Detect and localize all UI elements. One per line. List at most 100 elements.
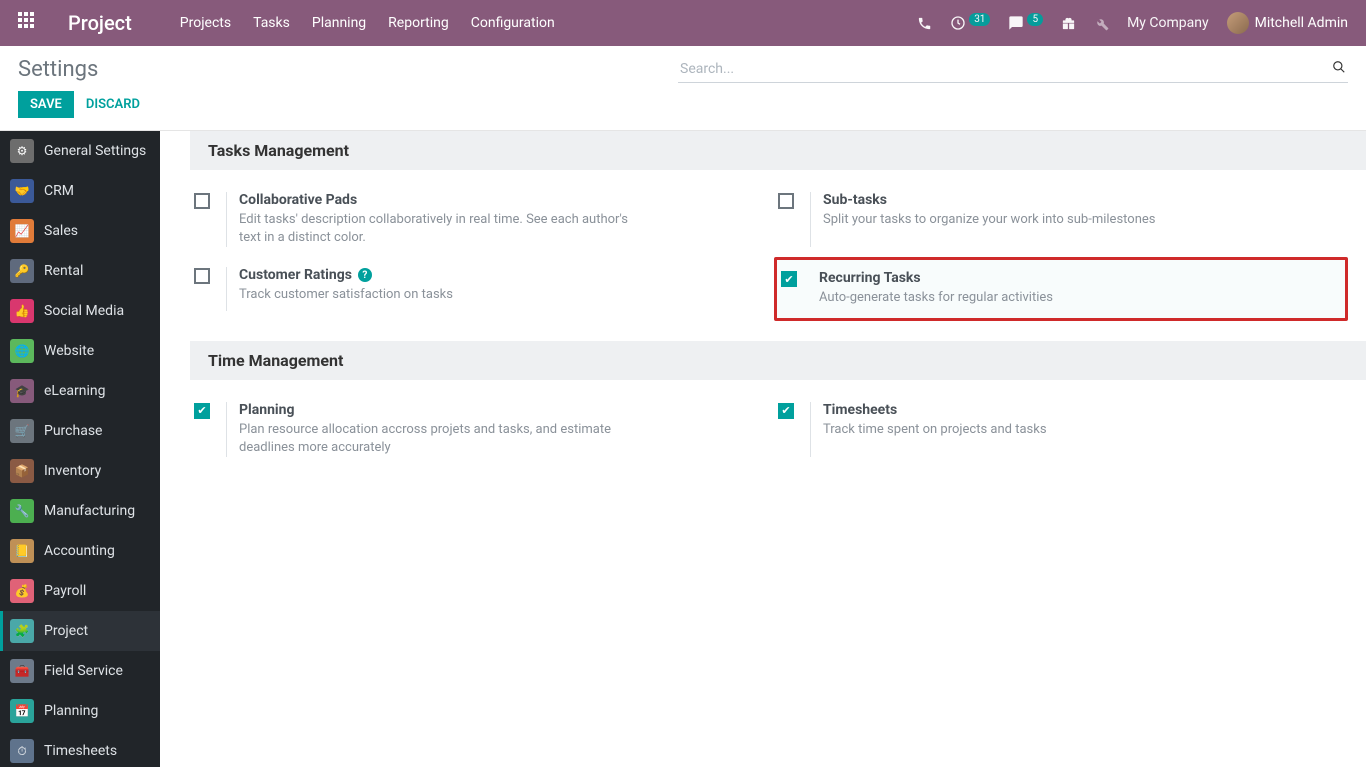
activities-badge: 31	[969, 13, 990, 26]
settings-content: Tasks Management Collaborative Pads Edit…	[160, 131, 1366, 767]
company-selector[interactable]: My Company	[1127, 15, 1209, 31]
sidebar-accounting[interactable]: 📒 Accounting	[0, 531, 160, 571]
search-input[interactable]	[678, 56, 1348, 83]
sidebar-planning[interactable]: 📅 Planning	[0, 691, 160, 731]
sidebar-manufacturing[interactable]: 🔧Manufacturing	[0, 491, 160, 531]
nav-tasks[interactable]: Tasks	[253, 15, 290, 31]
sidebar-label: Social Media	[44, 303, 124, 319]
money-icon: 💰	[10, 579, 34, 603]
messages-icon[interactable]: 5	[1008, 15, 1043, 31]
sidebar-crm[interactable]: 🤝 CRM	[0, 171, 160, 211]
checkbox-planning[interactable]	[194, 403, 210, 419]
cart-icon: 🛒	[10, 419, 34, 443]
setting-collaborative-pads: Collaborative Pads Edit tasks' descripti…	[190, 182, 764, 257]
sidebar-label: Website	[44, 343, 94, 359]
sidebar-timesheets[interactable]: ⏱ Timesheets	[0, 731, 160, 767]
setting-desc: Auto-generate tasks for regular activiti…	[819, 289, 1219, 307]
sidebar-label: CRM	[44, 183, 74, 199]
activities-icon[interactable]: 31	[950, 15, 990, 31]
sidebar-sales[interactable]: 📈 Sales	[0, 211, 160, 251]
clock-icon: ⏱	[10, 739, 34, 763]
setting-desc: Edit tasks' description collaboratively …	[239, 211, 639, 247]
section-tasks-management: Tasks Management	[190, 131, 1366, 170]
page-title: Settings	[18, 57, 98, 82]
sidebar-label: Accounting	[44, 543, 115, 559]
sidebar-label: Field Service	[44, 663, 123, 679]
setting-title: Planning	[239, 402, 758, 418]
chart-icon: 📈	[10, 219, 34, 243]
sidebar-general-settings[interactable]: ⚙ General Settings	[0, 131, 160, 171]
navbar-right: 31 5 My Company Mitchell Admin	[917, 12, 1348, 34]
sidebar-label: Payroll	[44, 583, 86, 599]
sidebar-label: Purchase	[44, 423, 102, 439]
sidebar-payroll[interactable]: 💰 Payroll	[0, 571, 160, 611]
setting-desc: Track customer satisfaction on tasks	[239, 286, 639, 304]
gear-icon: ⚙	[10, 139, 34, 163]
sidebar-label: Project	[44, 623, 88, 639]
globe-icon: 🌐	[10, 339, 34, 363]
sidebar-label: General Settings	[44, 143, 146, 159]
setting-title: Customer Ratings?	[239, 267, 758, 283]
setting-planning: Planning Plan resource allocation accros…	[190, 392, 764, 467]
sidebar-inventory[interactable]: 📦Inventory	[0, 451, 160, 491]
sidebar-elearning[interactable]: 🎓 eLearning	[0, 371, 160, 411]
briefcase-icon: 🧰	[10, 659, 34, 683]
nav-reporting[interactable]: Reporting	[388, 15, 449, 31]
thumbs-up-icon: 👍	[10, 299, 34, 323]
handshake-icon: 🤝	[10, 179, 34, 203]
sidebar-label: eLearning	[44, 383, 105, 399]
apps-icon[interactable]	[18, 12, 40, 34]
user-name: Mitchell Admin	[1255, 15, 1348, 31]
box-icon: 📦	[10, 459, 34, 483]
user-menu[interactable]: Mitchell Admin	[1227, 12, 1348, 34]
sidebar-label: Timesheets	[44, 743, 117, 759]
setting-title: Recurring Tasks	[819, 270, 1339, 286]
checkbox-customer-ratings[interactable]	[194, 268, 210, 284]
sidebar-rental[interactable]: 🔑 Rental	[0, 251, 160, 291]
sidebar-label: Planning	[44, 703, 98, 719]
avatar-icon	[1227, 12, 1249, 34]
setting-title: Timesheets	[823, 402, 1342, 418]
setting-timesheets: Timesheets Track time spent on projects …	[774, 392, 1348, 467]
setting-title: Sub-tasks	[823, 192, 1342, 208]
graduation-icon: 🎓	[10, 379, 34, 403]
checkbox-sub-tasks[interactable]	[778, 193, 794, 209]
nav-projects[interactable]: Projects	[180, 15, 231, 31]
checkbox-timesheets[interactable]	[778, 403, 794, 419]
key-icon: 🔑	[10, 259, 34, 283]
sidebar-label: Manufacturing	[44, 503, 135, 519]
checkbox-collaborative-pads[interactable]	[194, 193, 210, 209]
gift-icon[interactable]	[1061, 16, 1076, 31]
settings-sidebar[interactable]: ⚙ General Settings 🤝 CRM 📈 Sales 🔑 Rental 👍 S…	[0, 131, 160, 767]
calendar-icon: 📅	[10, 699, 34, 723]
search-icon[interactable]	[1332, 60, 1346, 78]
sidebar-field-service[interactable]: 🧰 Field Service	[0, 651, 160, 691]
phone-icon[interactable]	[917, 16, 932, 31]
sidebar-project[interactable]: 🧩 Project	[0, 611, 160, 651]
search-box	[678, 56, 1348, 83]
messages-badge: 5	[1027, 13, 1043, 26]
book-icon: 📒	[10, 539, 34, 563]
sidebar-purchase[interactable]: 🛒 Purchase	[0, 411, 160, 451]
sidebar-label: Rental	[44, 263, 83, 279]
nav-planning[interactable]: Planning	[312, 15, 366, 31]
top-navbar: Project Projects Tasks Planning Reportin…	[0, 0, 1366, 46]
puzzle-icon: 🧩	[10, 619, 34, 643]
tools-icon[interactable]	[1094, 16, 1109, 31]
sidebar-label: Sales	[44, 223, 78, 239]
setting-sub-tasks: Sub-tasks Split your tasks to organize y…	[774, 182, 1348, 257]
setting-desc: Plan resource allocation accross projets…	[239, 421, 639, 457]
save-button[interactable]: SAVE	[18, 91, 74, 118]
navbar-menu: Projects Tasks Planning Reporting Config…	[180, 15, 555, 31]
help-icon[interactable]: ?	[358, 268, 372, 282]
sidebar-social-media[interactable]: 👍 Social Media	[0, 291, 160, 331]
discard-button[interactable]: DISCARD	[86, 97, 140, 112]
setting-title: Collaborative Pads	[239, 192, 758, 208]
checkbox-recurring-tasks[interactable]	[781, 271, 797, 287]
sidebar-website[interactable]: 🌐 Website	[0, 331, 160, 371]
setting-desc: Track time spent on projects and tasks	[823, 421, 1223, 439]
control-panel: Settings SAVE DISCARD	[0, 46, 1366, 131]
nav-configuration[interactable]: Configuration	[471, 15, 555, 31]
setting-customer-ratings: Customer Ratings? Track customer satisfa…	[190, 257, 764, 320]
app-brand[interactable]: Project	[68, 11, 132, 35]
